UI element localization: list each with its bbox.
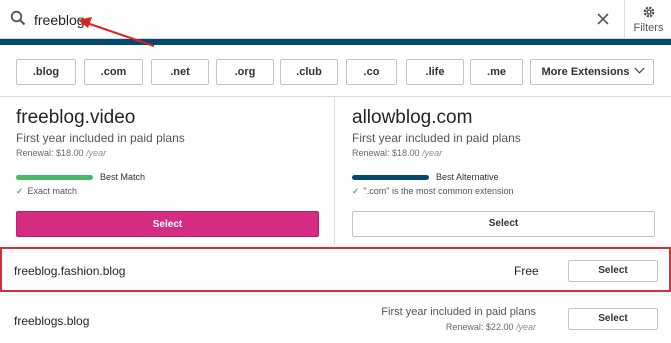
match-note: ✓ Exact match — [16, 186, 77, 197]
renewal-text: Renewal: $18.00 — [352, 148, 420, 158]
tld-chip-org[interactable]: .org — [216, 59, 274, 85]
domain-result-row: freeblogs.blog First year included in pa… — [0, 296, 671, 343]
tld-chip-me[interactable]: .me — [470, 59, 523, 85]
match-badge-bar — [16, 175, 93, 180]
tld-chip-club[interactable]: .club — [280, 59, 338, 85]
renewal-unit: /year — [86, 148, 107, 158]
search-icon — [10, 10, 26, 26]
select-button[interactable]: Select — [568, 260, 658, 282]
tld-chip-com[interactable]: .com — [84, 59, 143, 85]
domain-name: freeblog.fashion.blog — [14, 264, 126, 278]
renewal-price: Renewal: $18.00 /year — [16, 148, 106, 158]
price-text: First year included in paid plans — [381, 306, 536, 318]
filters-label: Filters — [633, 22, 664, 34]
match-badge-bar — [352, 175, 429, 180]
checkmark-icon: ✓ — [352, 186, 360, 196]
renewal-text: Renewal: $22.00 — [445, 322, 514, 332]
domain-name: freeblogs.blog — [14, 314, 90, 328]
featured-card-best-alternative: allowblog.com First year included in pai… — [336, 97, 671, 244]
domain-name: freeblog.video — [16, 107, 136, 128]
select-button-secondary[interactable]: Select — [352, 211, 655, 237]
tld-chip-net[interactable]: .net — [151, 59, 209, 85]
checkmark-icon: ✓ — [16, 186, 24, 196]
renewal-text: Renewal: $18.00 — [16, 148, 84, 158]
tld-chip-co[interactable]: .co — [346, 59, 397, 85]
domain-name: allowblog.com — [352, 107, 473, 128]
filters-button[interactable]: Filters — [624, 0, 671, 39]
tld-chip-life[interactable]: .life — [406, 59, 464, 85]
match-badge-label: Best Match — [100, 172, 146, 182]
select-button-primary[interactable]: Select — [16, 211, 319, 237]
tld-filter-row: .blog .com .net .org .club .co .life .me… — [0, 45, 671, 97]
price-text: First year included in paid plans — [16, 131, 185, 145]
select-button[interactable]: Select — [568, 308, 658, 330]
price-text: First year included in paid plans — [352, 131, 521, 145]
match-note: ✓ ".com" is the most common extension — [352, 186, 514, 197]
renewal-unit: /year — [515, 322, 536, 332]
chevron-down-icon — [634, 63, 644, 74]
domain-price: Free — [514, 264, 539, 278]
more-extensions-button[interactable]: More Extensions — [530, 59, 654, 85]
renewal-price: Renewal: $22.00 /year — [446, 322, 536, 332]
match-badge-label: Best Alternative — [436, 172, 499, 182]
match-note-text: ".com" is the most common extension — [363, 186, 514, 196]
featured-suggestions: freeblog.video First year included in pa… — [0, 97, 671, 244]
clear-search-icon[interactable] — [594, 10, 612, 28]
match-note-text: Exact match — [27, 186, 78, 196]
renewal-unit: /year — [422, 148, 443, 158]
tld-chip-blog[interactable]: .blog — [16, 59, 76, 85]
domain-result-row-highlighted: freeblog.fashion.blog Free Select — [0, 247, 671, 292]
gear-icon — [643, 6, 655, 18]
renewal-price: Renewal: $18.00 /year — [352, 148, 442, 158]
domain-search-bar: Filters — [0, 0, 671, 39]
domain-search-input[interactable] — [34, 10, 554, 30]
featured-card-best-match: freeblog.video First year included in pa… — [0, 97, 335, 244]
more-extensions-label: More Extensions — [541, 66, 630, 78]
